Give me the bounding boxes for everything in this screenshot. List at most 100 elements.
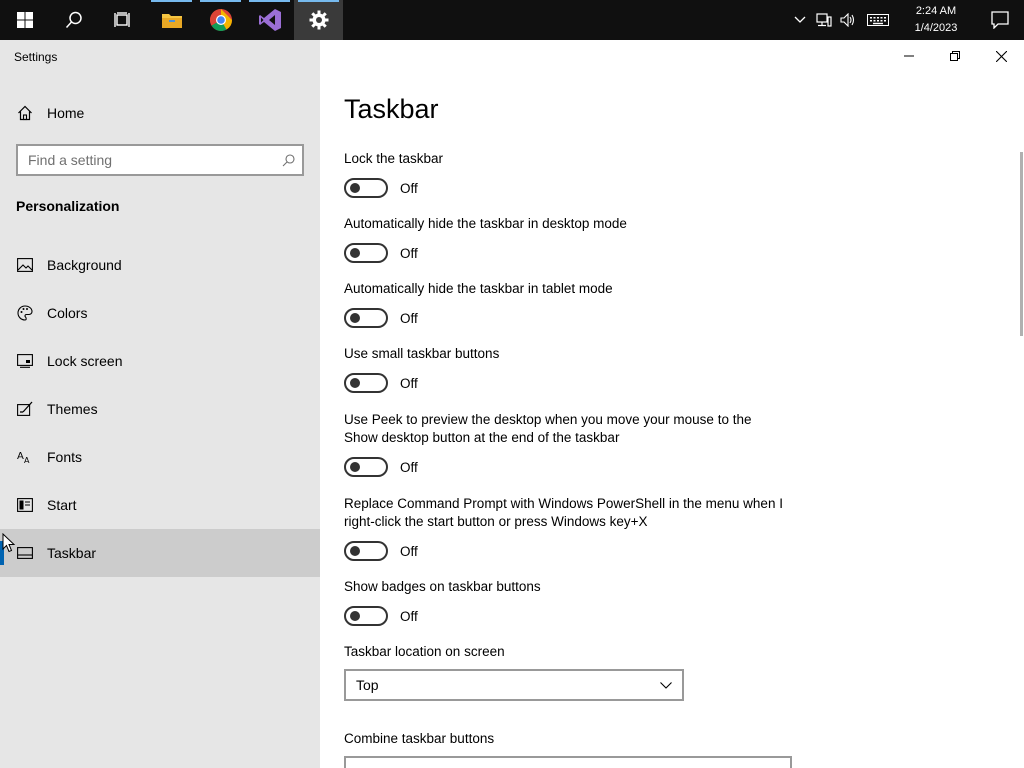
close-button[interactable] [978,40,1024,72]
settings-content: Taskbar Lock the taskbar Off Automatical… [320,40,1024,768]
sidebar-item-label: Background [47,257,122,273]
minimize-icon [904,55,914,57]
folder-icon [161,14,182,28]
lock-taskbar-toggle[interactable] [344,178,388,198]
show-hidden-icons-button[interactable] [788,0,812,40]
toggle-state: Off [400,543,418,559]
setting-label-small-buttons: Use small taskbar buttons [344,346,500,361]
toggle-state: Off [400,180,418,196]
clock-date: 1/4/2023 [914,22,958,34]
restore-button[interactable] [932,40,978,72]
notification-icon [991,11,1009,29]
powershell-toggle[interactable] [344,541,388,561]
chrome-icon [209,9,232,31]
volume-button[interactable] [836,0,860,40]
badges-toggle[interactable] [344,606,388,626]
svg-text:A: A [17,451,24,462]
toggle-row-autohide-tablet: Off [344,308,418,328]
settings-sidebar: Settings Home Personalization Background… [0,40,320,768]
chevron-down-icon [660,681,672,689]
sidebar-item-label: Themes [47,401,98,417]
setting-label-powershell: Replace Command Prompt with Windows Powe… [344,496,783,529]
chevron-up-icon [794,16,806,23]
sidebar-item-label: Fonts [47,449,83,465]
image-icon [16,258,33,272]
action-center-button[interactable] [976,0,1024,40]
search-icon [282,153,295,166]
small-buttons-toggle[interactable] [344,373,388,393]
start-icon [16,498,33,512]
toggle-state: Off [400,245,418,261]
search-input[interactable] [18,146,274,174]
taskbar-location-label: Taskbar location on screen [344,644,505,659]
touch-keyboard-button[interactable] [860,0,896,40]
keyboard-icon [867,14,889,26]
scrollbar-thumb[interactable] [1020,152,1023,336]
autohide-tablet-toggle[interactable] [344,308,388,328]
setting-label-peek: Use Peek to preview the desktop when you… [344,412,752,445]
toggle-row-powershell: Off [344,541,418,561]
toggle-row-autohide-desktop: Off [344,243,418,263]
file-explorer-button[interactable] [147,0,196,40]
fonts-icon: AA [17,451,30,464]
combine-buttons-label: Combine taskbar buttons [344,731,495,746]
sidebar-item-start[interactable]: Start [0,481,320,529]
sidebar-home-label: Home [47,105,85,121]
window-title: Settings [14,50,58,64]
themes-icon [16,401,32,416]
combine-buttons-dropdown[interactable] [344,756,792,768]
task-view-icon [113,12,130,27]
sidebar-item-label: Lock screen [47,353,123,369]
clock[interactable]: 2:24 AM 1/4/2023 [896,3,976,37]
taskbar-location-dropdown[interactable]: Top [344,669,684,701]
toggle-row-lock-taskbar: Off [344,178,418,198]
network-button[interactable] [812,0,836,40]
palette-icon [16,305,33,321]
close-icon [995,50,1007,62]
toggle-row-peek: Off [344,457,418,477]
start-button[interactable] [0,0,49,40]
settings-app-button[interactable] [294,0,343,40]
find-setting-search[interactable] [16,144,304,176]
setting-label-autohide-tablet: Automatically hide the taskbar in tablet… [344,281,613,296]
toggle-state: Off [400,310,418,326]
toggle-state: Off [400,608,418,624]
autohide-desktop-toggle[interactable] [344,243,388,263]
search-icon [65,11,82,29]
sidebar-item-background[interactable]: Background [0,241,320,289]
network-icon [816,13,832,27]
sidebar-item-colors[interactable]: Colors [0,289,320,337]
taskbar-search-button[interactable] [49,0,98,40]
windows-taskbar: 2:24 AM 1/4/2023 [0,0,1024,40]
chrome-button[interactable] [196,0,245,40]
system-tray: 2:24 AM 1/4/2023 [788,0,1024,40]
page-title: Taskbar [344,94,439,124]
toggle-state: Off [400,459,418,475]
svg-text:A: A [24,456,30,464]
setting-label-badges: Show badges on taskbar buttons [344,579,541,594]
lock-screen-icon [16,354,33,368]
home-icon [17,105,32,121]
setting-label-autohide-desktop: Automatically hide the taskbar in deskto… [344,216,627,231]
sidebar-item-label: Colors [47,305,88,321]
mouse-cursor-icon [2,533,16,553]
toggle-row-small-buttons: Off [344,373,418,393]
minimize-button[interactable] [886,40,932,72]
sidebar-item-label: Start [47,497,77,513]
sidebar-item-lock-screen[interactable]: Lock screen [0,337,320,385]
peek-toggle[interactable] [344,457,388,477]
visual-studio-icon [258,9,281,31]
section-heading: Personalization [16,198,120,214]
sidebar-item-label: Taskbar [47,545,97,561]
sidebar-item-taskbar[interactable]: Taskbar [0,529,320,577]
toggle-row-badges: Off [344,606,418,626]
sidebar-item-themes[interactable]: Themes [0,385,320,433]
taskbar-icon [16,547,33,559]
taskbar-location-value: Top [356,677,379,693]
setting-label-lock-taskbar: Lock the taskbar [344,151,444,166]
visual-studio-button[interactable] [245,0,294,40]
task-view-button[interactable] [98,0,147,40]
sidebar-item-fonts[interactable]: AA Fonts [0,433,320,481]
windows-logo-icon [16,12,33,28]
sidebar-home[interactable]: Home [0,89,320,137]
